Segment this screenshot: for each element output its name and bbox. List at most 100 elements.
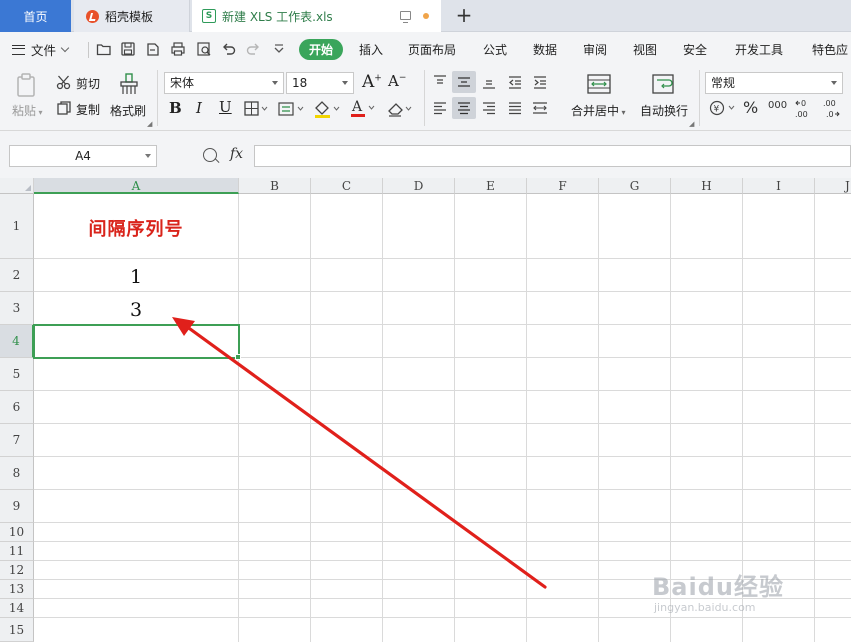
row-header-13[interactable]: 13 — [0, 580, 34, 599]
cell-a2[interactable]: 1 — [34, 266, 238, 288]
menu-tab-developer[interactable]: 开发工具 — [735, 41, 783, 58]
column-header-e[interactable]: E — [455, 178, 527, 194]
align-bottom-icon[interactable] — [481, 74, 497, 90]
align-left-icon[interactable] — [432, 100, 448, 116]
name-box[interactable]: A4 — [9, 145, 157, 167]
menu-tab-data[interactable]: 数据 — [533, 41, 557, 58]
print-icon[interactable] — [170, 41, 186, 57]
insert-function-button[interactable]: fx — [230, 146, 243, 162]
column-header-a[interactable]: A — [34, 178, 239, 194]
menu-tab-page-layout[interactable]: 页面布局 — [408, 41, 456, 58]
menu-tab-view[interactable]: 视图 — [633, 41, 657, 58]
decrease-font-icon[interactable]: A− — [388, 72, 406, 90]
row-header-8[interactable]: 8 — [0, 457, 34, 490]
row-header-5[interactable]: 5 — [0, 358, 34, 391]
column-header-h[interactable]: H — [671, 178, 743, 194]
increase-indent-icon[interactable] — [532, 74, 548, 90]
clear-eraser-icon[interactable] — [385, 99, 415, 119]
select-all-corner[interactable] — [0, 178, 34, 194]
undo-icon[interactable] — [221, 41, 237, 57]
row-header-3[interactable]: 3 — [0, 292, 34, 325]
copy-button[interactable]: 复制 — [76, 101, 100, 118]
menu-tab-security[interactable]: 安全 — [683, 41, 707, 58]
fill-pattern-icon[interactable] — [278, 101, 306, 117]
row-header-6[interactable]: 6 — [0, 391, 34, 424]
float-window-icon[interactable] — [400, 11, 411, 23]
export-pdf-icon[interactable] — [145, 41, 161, 57]
format-painter-button[interactable]: 格式刷 — [110, 102, 146, 119]
increase-decimal-icon[interactable]: 0.00 — [795, 98, 815, 120]
bold-icon[interactable]: B — [169, 99, 182, 117]
new-tab-button[interactable]: + — [452, 4, 476, 28]
merge-center-button[interactable]: 合并居中 ▾ — [571, 102, 626, 119]
font-size-value: 18 — [292, 76, 308, 90]
menu-tab-formulas[interactable]: 公式 — [483, 41, 507, 58]
menu-tab-features[interactable]: 特色应 — [812, 41, 848, 58]
column-header-c[interactable]: C — [311, 178, 383, 194]
row-header-15[interactable]: 15 — [0, 618, 34, 642]
row-header-1[interactable]: 1 — [0, 194, 34, 259]
border-icon[interactable] — [244, 101, 268, 117]
column-header-i[interactable]: I — [743, 178, 815, 194]
column-header-b[interactable]: B — [239, 178, 311, 194]
menu-bar: 文件 开始 插入 页面布局 公式 数据 审阅 视图 安全 开发工具 特色应 — [0, 32, 851, 66]
align-right-icon[interactable] — [481, 100, 497, 116]
row-header-11[interactable]: 11 — [0, 542, 34, 561]
paste-icon[interactable] — [14, 72, 40, 98]
row-header-4[interactable]: 4 — [0, 325, 34, 358]
decrease-decimal-icon[interactable]: .00.0 — [821, 98, 841, 120]
gridline — [526, 194, 527, 642]
file-menu-button[interactable]: 文件 — [12, 40, 70, 59]
currency-icon[interactable]: ¥ — [709, 99, 737, 117]
distributed-align-icon[interactable] — [531, 100, 549, 116]
underline-icon[interactable]: U — [219, 98, 232, 116]
formula-input[interactable] — [254, 145, 851, 167]
column-header-g[interactable]: G — [599, 178, 671, 194]
row-header-10[interactable]: 10 — [0, 523, 34, 542]
percent-icon[interactable]: % — [743, 98, 758, 117]
row-header-12[interactable]: 12 — [0, 561, 34, 580]
decrease-indent-icon[interactable] — [507, 74, 523, 90]
align-middle-icon[interactable] — [456, 74, 472, 90]
cell-a1[interactable]: 间隔序列号 — [34, 215, 238, 241]
cell-a3[interactable]: 3 — [34, 299, 238, 321]
row-header-7[interactable]: 7 — [0, 424, 34, 457]
column-header-d[interactable]: D — [383, 178, 455, 194]
redo-icon[interactable] — [245, 41, 261, 57]
column-header-f[interactable]: F — [527, 178, 599, 194]
paste-button-label[interactable]: 粘贴 ▾ — [12, 102, 43, 119]
align-center-icon[interactable] — [456, 100, 472, 116]
thousands-separator-icon[interactable]: 000 — [768, 100, 787, 111]
column-header-j[interactable]: J — [815, 178, 851, 194]
zoom-search-icon[interactable] — [203, 148, 217, 162]
menu-tab-start[interactable]: 开始 — [299, 39, 343, 60]
font-name-select[interactable]: 宋体 — [164, 72, 284, 94]
print-preview-icon[interactable] — [196, 41, 212, 57]
active-cell-a4[interactable] — [33, 324, 240, 359]
menu-tab-review[interactable]: 审阅 — [583, 41, 607, 58]
align-top-icon[interactable] — [432, 74, 448, 90]
font-color-icon[interactable]: A — [349, 98, 377, 118]
tab-home[interactable]: 首页 — [0, 0, 71, 32]
row-header-9[interactable]: 9 — [0, 490, 34, 523]
cut-button[interactable]: 剪切 — [76, 75, 100, 92]
menu-tab-insert[interactable]: 插入 — [359, 41, 383, 58]
open-folder-icon[interactable] — [96, 41, 112, 57]
wrap-text-button[interactable]: 自动换行 — [640, 102, 688, 119]
clipboard-launcher-icon[interactable]: ◢ — [147, 120, 152, 128]
italic-icon[interactable]: I — [196, 99, 202, 117]
tab-current-workbook[interactable]: S 新建 XLS 工作表.xls — [192, 0, 441, 32]
justify-icon[interactable] — [507, 100, 523, 116]
number-format-select[interactable]: 常规 — [705, 72, 843, 94]
gridline — [598, 194, 599, 642]
alignment-launcher-icon[interactable]: ◢ — [689, 120, 694, 128]
fill-handle[interactable] — [235, 354, 241, 360]
font-size-select[interactable]: 18 — [286, 72, 354, 94]
save-icon[interactable] — [120, 41, 136, 57]
fill-color-icon[interactable] — [313, 99, 341, 119]
row-header-2[interactable]: 2 — [0, 259, 34, 292]
row-header-14[interactable]: 14 — [0, 599, 34, 618]
tab-daoke-templates[interactable]: 稻壳模板 — [74, 0, 190, 32]
increase-font-icon[interactable]: A+ — [362, 72, 382, 92]
customize-toolbar-icon[interactable] — [271, 41, 287, 57]
